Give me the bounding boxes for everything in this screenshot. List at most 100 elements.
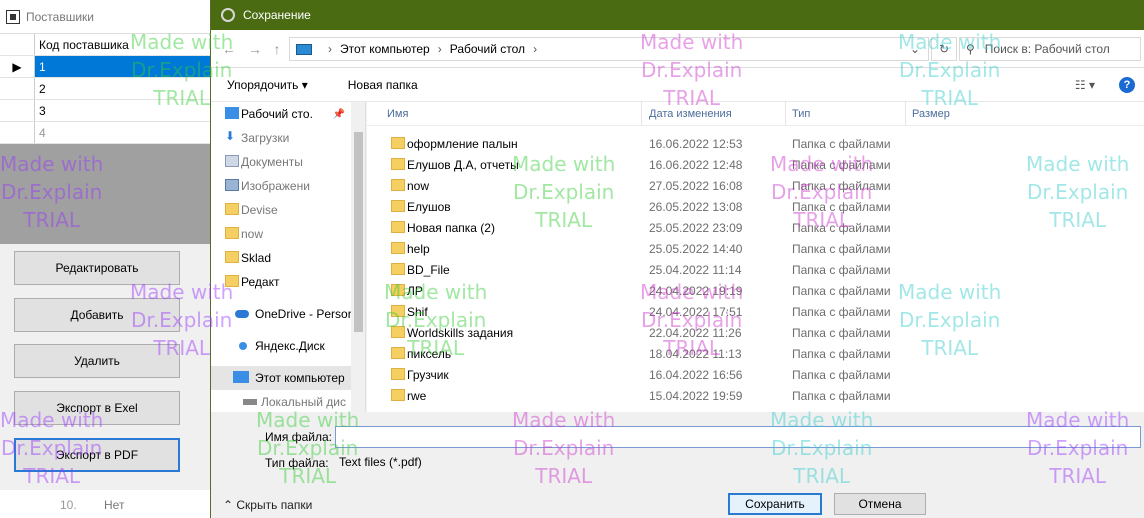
list-item[interactable]: Shif 24.04.2022 17:51 Папка с файлами	[367, 301, 1144, 322]
column-size[interactable]: Размер	[912, 108, 950, 120]
column-type[interactable]: Тип	[792, 108, 810, 120]
refresh-icon[interactable]: ↻	[931, 37, 957, 61]
nav-item-desktop[interactable]: Рабочий сто. 📌	[211, 102, 351, 126]
folder-icon	[391, 242, 405, 254]
file-list[interactable]: Имя Дата изменения Тип Размер оформление…	[367, 102, 1144, 412]
column-date[interactable]: Дата изменения	[649, 108, 732, 120]
file-name: BD_File	[407, 263, 450, 277]
desktop-icon	[225, 107, 239, 119]
folder-icon	[391, 221, 405, 233]
file-name: оформление палын	[407, 137, 518, 151]
file-date: 18.04.2022 11:13	[649, 347, 742, 361]
breadcrumb-desktop[interactable]: Рабочий стол	[450, 42, 525, 56]
grid-cell[interactable]: 1	[35, 56, 210, 77]
pin-icon: 📌	[332, 108, 345, 120]
view-options-icon[interactable]: ☷ ▾	[1075, 78, 1095, 92]
file-name: пиксель	[407, 347, 452, 361]
list-item[interactable]: Грузчик 16.04.2022 16:56 Папка с файлами	[367, 364, 1144, 385]
organize-button[interactable]: Упорядочить ▾	[227, 78, 308, 92]
list-item[interactable]: rwe 15.04.2022 19:59 Папка с файлами	[367, 385, 1144, 406]
nav-item-yandex-disk[interactable]: Яндекс.Диск	[211, 334, 351, 358]
up-arrow-icon[interactable]: ↑	[267, 40, 287, 58]
list-item[interactable]: Новая папка (2) 25.05.2022 23:09 Папка с ф…	[367, 217, 1144, 238]
filename-input[interactable]	[335, 426, 1141, 448]
list-item[interactable]: BD_File 25.04.2022 11:14 Папка с файлами	[367, 259, 1144, 280]
grid-cell[interactable]: 2	[35, 78, 210, 99]
add-button[interactable]: Добавить	[14, 298, 180, 332]
suppliers-grid[interactable]: Код поставшика ▶ 1 2 3 4	[0, 34, 210, 144]
status-bar: 10. Нет	[0, 490, 210, 518]
folder-icon	[391, 389, 405, 401]
computer-icon	[296, 43, 312, 55]
navigation-pane[interactable]: Рабочий сто. 📌 ⬇ Загрузки Документы Изобра…	[211, 102, 366, 412]
dialog-footer: ⌃ Скрыть папки	[211, 490, 1144, 518]
search-input[interactable]: ⚲ Поиск в: Рабочий стол	[959, 37, 1141, 61]
list-item[interactable]: Елушов Д.А, отчеты 16.06.2022 12:48 Папка …	[367, 154, 1144, 175]
file-name: ЛР	[407, 284, 423, 298]
folder-icon	[391, 200, 405, 212]
nav-item-now[interactable]: now	[211, 222, 351, 246]
onedrive-icon	[235, 310, 249, 318]
hide-folders-button[interactable]: ⌃ Скрыть папки	[223, 498, 312, 512]
status-number: 10.	[60, 498, 77, 512]
nav-item-sklad[interactable]: Sklad	[211, 246, 351, 270]
nav-item-local-disk[interactable]: Локальный дис	[211, 390, 351, 412]
nav-item-downloads[interactable]: ⬇ Загрузки	[211, 126, 351, 150]
chevron-right-icon[interactable]: ›	[533, 42, 537, 56]
file-type: Папка с файлами	[792, 200, 891, 214]
list-item[interactable]: Елушов 26.05.2022 13:08 Папка с файлами	[367, 196, 1144, 217]
back-arrow-icon[interactable]: ←	[219, 40, 239, 58]
breadcrumb-computer[interactable]: Этот компьютер	[340, 42, 430, 56]
filetype-label: Тип файла:	[265, 456, 329, 470]
grid-cell[interactable]: 4	[35, 122, 210, 143]
grid-cell[interactable]: 3	[35, 100, 210, 121]
drive-icon	[243, 399, 257, 405]
file-date: 25.04.2022 11:14	[649, 263, 742, 277]
file-list-header: Имя Дата изменения Тип Размер	[367, 102, 1144, 126]
edit-button[interactable]: Редактировать	[14, 251, 180, 285]
list-item[interactable]: now 27.05.2022 16:08 Папка с файлами	[367, 175, 1144, 196]
table-row[interactable]: 3	[0, 100, 210, 122]
table-row[interactable]: ▶ 1	[0, 56, 210, 78]
chevron-down-icon[interactable]: ⌄	[910, 42, 920, 56]
file-name: Грузчик	[407, 368, 449, 382]
nav-item-onedrive[interactable]: OneDrive - Persor	[211, 302, 351, 326]
nav-item-documents[interactable]: Документы	[211, 150, 351, 174]
file-name: Новая папка (2)	[407, 221, 495, 235]
grid-header-code[interactable]: Код поставшика	[35, 34, 210, 55]
nav-item-pictures[interactable]: Изображени	[211, 174, 351, 198]
new-folder-button[interactable]: Новая папка	[348, 78, 418, 92]
nav-scrollbar[interactable]	[351, 102, 365, 412]
file-date: 22.04.2022 11:26	[649, 326, 742, 340]
export-pdf-button[interactable]: Экспорт в PDF	[14, 438, 180, 472]
app-gear-icon	[221, 8, 235, 22]
pictures-icon	[225, 179, 239, 191]
delete-button[interactable]: Удалить	[14, 344, 180, 378]
nav-item-devise[interactable]: Devise	[211, 198, 351, 222]
row-selector-icon[interactable]: ▶	[0, 56, 35, 77]
table-row[interactable]: 2	[0, 78, 210, 100]
forward-arrow-icon[interactable]: →	[245, 40, 265, 58]
nav-item-this-pc[interactable]: Этот компьютер	[211, 366, 351, 390]
save-button[interactable]: Сохранить	[728, 493, 822, 515]
grid-header-row: Код поставшика	[0, 34, 210, 56]
help-icon[interactable]: ?	[1119, 76, 1135, 93]
file-name: Worldskills задания	[407, 326, 514, 340]
column-name[interactable]: Имя	[387, 108, 408, 120]
address-bar[interactable]: › Этот компьютер › Рабочий стол › ⌄	[289, 37, 929, 61]
nav-item-redakt[interactable]: Редакт	[211, 270, 351, 294]
list-item[interactable]: help 25.05.2022 14:40 Папка с файлами	[367, 238, 1144, 259]
list-item[interactable]: пиксель 18.04.2022 11:13 Папка с файлами	[367, 343, 1144, 364]
list-item[interactable]: ЛР 24.04.2022 19:19 Папка с файлами	[367, 280, 1144, 301]
list-item[interactable]: Worldskills задания 22.04.2022 11:26 Папка…	[367, 322, 1144, 343]
export-excel-button[interactable]: Экспорт в Exel	[14, 391, 180, 425]
cancel-button[interactable]: Отмена	[834, 493, 926, 515]
nav-scrollbar-thumb[interactable]	[354, 132, 363, 332]
folder-icon	[391, 158, 405, 170]
filetype-select[interactable]: Text files (*.pdf)	[335, 452, 1141, 474]
file-type: Папка с файлами	[792, 326, 891, 340]
file-date: 26.05.2022 13:08	[649, 200, 743, 214]
file-type: Папка с файлами	[792, 137, 891, 151]
table-row[interactable]: 4	[0, 122, 210, 144]
list-item[interactable]: оформление палын 16.06.2022 12:53 Папка с …	[367, 133, 1144, 154]
